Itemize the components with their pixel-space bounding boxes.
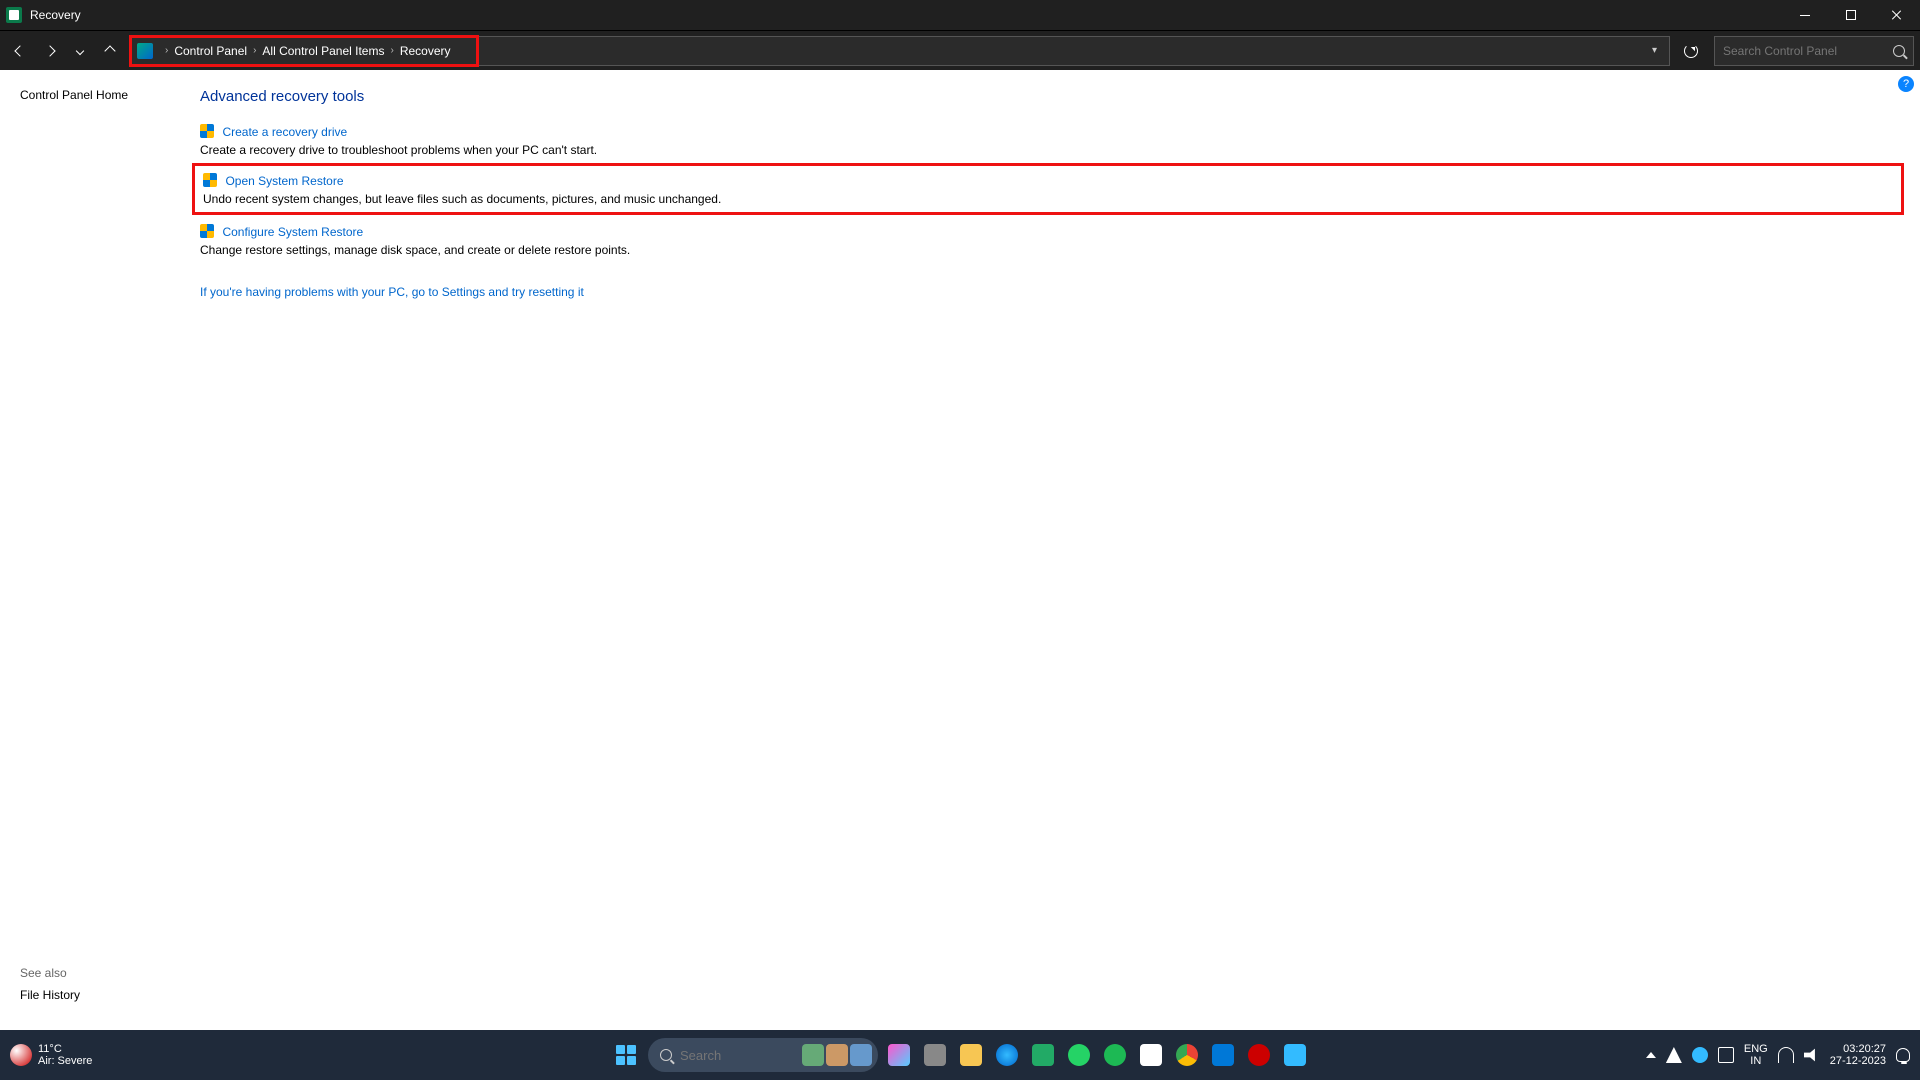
back-button[interactable] <box>6 37 34 65</box>
app-icon <box>6 7 22 23</box>
maximize-icon <box>1846 10 1856 20</box>
taskbar-app-whatsapp[interactable] <box>1064 1040 1094 1070</box>
shield-icon <box>200 124 214 138</box>
wifi-icon[interactable] <box>1778 1047 1794 1063</box>
configure-system-restore-link[interactable]: Configure System Restore <box>222 225 363 239</box>
lang-top: ENG <box>1744 1043 1768 1055</box>
address-bar[interactable]: Control Panel All Control Panel Items Re… <box>130 36 1670 66</box>
page-heading: Advanced recovery tools <box>200 88 1896 105</box>
breadcrumb-item[interactable]: Recovery <box>400 44 451 58</box>
search-chip-icon <box>802 1044 824 1066</box>
forward-button[interactable] <box>36 37 64 65</box>
taskbar-app-copilot[interactable] <box>884 1040 914 1070</box>
back-icon <box>14 45 25 56</box>
tool-desc: Undo recent system changes, but leave fi… <box>203 192 1893 206</box>
breadcrumb-item[interactable]: Control Panel <box>174 44 247 58</box>
taskbar-app-store[interactable] <box>1028 1040 1058 1070</box>
open-system-restore-link[interactable]: Open System Restore <box>225 174 343 188</box>
taskbar-app-vscode[interactable] <box>1208 1040 1238 1070</box>
weather-state: Air: Severe <box>38 1055 92 1067</box>
chevron-down-icon <box>76 46 84 54</box>
create-recovery-drive-link[interactable]: Create a recovery drive <box>222 125 347 139</box>
breadcrumb-sep <box>253 45 256 56</box>
search-input[interactable] <box>1723 44 1893 58</box>
clock[interactable]: 03:20:27 27-12-2023 <box>1830 1043 1886 1067</box>
search-suggestions <box>802 1044 872 1066</box>
tool-open-system-restore: Open System Restore Undo recent system c… <box>192 163 1904 215</box>
taskbar-app-edge[interactable] <box>992 1040 1022 1070</box>
up-icon <box>104 45 115 56</box>
taskbar: 11°C Air: Severe <box>0 1030 1920 1080</box>
breadcrumb-sep <box>165 45 168 56</box>
navbar: Control Panel All Control Panel Items Re… <box>0 30 1920 70</box>
breadcrumb-item[interactable]: All Control Panel Items <box>262 44 384 58</box>
taskbar-app-chrome[interactable] <box>1172 1040 1202 1070</box>
taskbar-right: ENG IN 03:20:27 27-12-2023 <box>1646 1043 1910 1067</box>
minimize-button[interactable] <box>1782 0 1828 30</box>
taskbar-app-taskview[interactable] <box>920 1040 950 1070</box>
search-box[interactable] <box>1714 36 1914 66</box>
taskbar-app-explorer[interactable] <box>956 1040 986 1070</box>
tool-desc: Change restore settings, manage disk spa… <box>200 243 1896 257</box>
search-icon <box>1893 45 1905 57</box>
notifications-icon[interactable] <box>1896 1048 1910 1062</box>
start-button[interactable] <box>610 1039 642 1071</box>
minimize-icon <box>1800 15 1810 16</box>
taskbar-app-generic1[interactable] <box>1244 1040 1274 1070</box>
maximize-button[interactable] <box>1828 0 1874 30</box>
close-icon <box>1891 9 1903 21</box>
weather-temp: 11°C <box>38 1043 92 1055</box>
file-history-link[interactable]: File History <box>20 988 80 1002</box>
taskbar-app-spotify[interactable] <box>1100 1040 1130 1070</box>
breadcrumb-sep <box>390 45 393 56</box>
search-chip-icon <box>826 1044 848 1066</box>
taskbar-center <box>610 1038 1310 1072</box>
onedrive-icon[interactable] <box>1692 1047 1708 1063</box>
content-area: ? Control Panel Home See also File Histo… <box>0 70 1920 1030</box>
search-icon <box>660 1049 672 1061</box>
shield-icon <box>203 173 217 187</box>
refresh-icon <box>1684 44 1698 58</box>
volume-icon[interactable] <box>1804 1047 1820 1063</box>
clock-time: 03:20:27 <box>1830 1043 1886 1055</box>
weather-icon <box>10 1044 32 1066</box>
main-pane: Advanced recovery tools Create a recover… <box>200 70 1920 1030</box>
tool-configure-system-restore: Configure System Restore Change restore … <box>200 223 1896 257</box>
close-button[interactable] <box>1874 0 1920 30</box>
refresh-button[interactable] <box>1676 36 1706 66</box>
address-dropdown[interactable]: ▾ <box>1652 45 1657 56</box>
reset-pc-settings-link[interactable]: If you're having problems with your PC, … <box>200 285 584 299</box>
forward-icon <box>44 45 55 56</box>
language-indicator[interactable]: ENG IN <box>1744 1043 1768 1067</box>
taskbar-search[interactable] <box>648 1038 878 1072</box>
tool-create-recovery-drive: Create a recovery drive Create a recover… <box>200 123 1896 157</box>
sidebar: Control Panel Home See also File History <box>0 70 200 1030</box>
shield-icon <box>200 224 214 238</box>
tool-desc: Create a recovery drive to troubleshoot … <box>200 143 1896 157</box>
taskbar-app-control-panel[interactable] <box>1280 1040 1310 1070</box>
see-also-header: See also <box>20 966 80 980</box>
lang-bot: IN <box>1744 1055 1768 1067</box>
control-panel-icon <box>137 43 153 59</box>
recent-button[interactable] <box>66 37 94 65</box>
tray-overflow-button[interactable] <box>1646 1052 1656 1058</box>
titlebar: Recovery <box>0 0 1920 30</box>
window-title: Recovery <box>30 8 81 22</box>
tray-icon[interactable] <box>1666 1047 1682 1063</box>
weather-widget[interactable]: 11°C Air: Severe <box>10 1043 92 1067</box>
clock-date: 27-12-2023 <box>1830 1055 1886 1067</box>
up-button[interactable] <box>96 37 124 65</box>
taskbar-app-slack[interactable] <box>1136 1040 1166 1070</box>
control-panel-home-link[interactable]: Control Panel Home <box>20 88 180 102</box>
search-chip-icon <box>850 1044 872 1066</box>
see-also: See also File History <box>20 966 80 1012</box>
keyboard-icon[interactable] <box>1718 1047 1734 1063</box>
